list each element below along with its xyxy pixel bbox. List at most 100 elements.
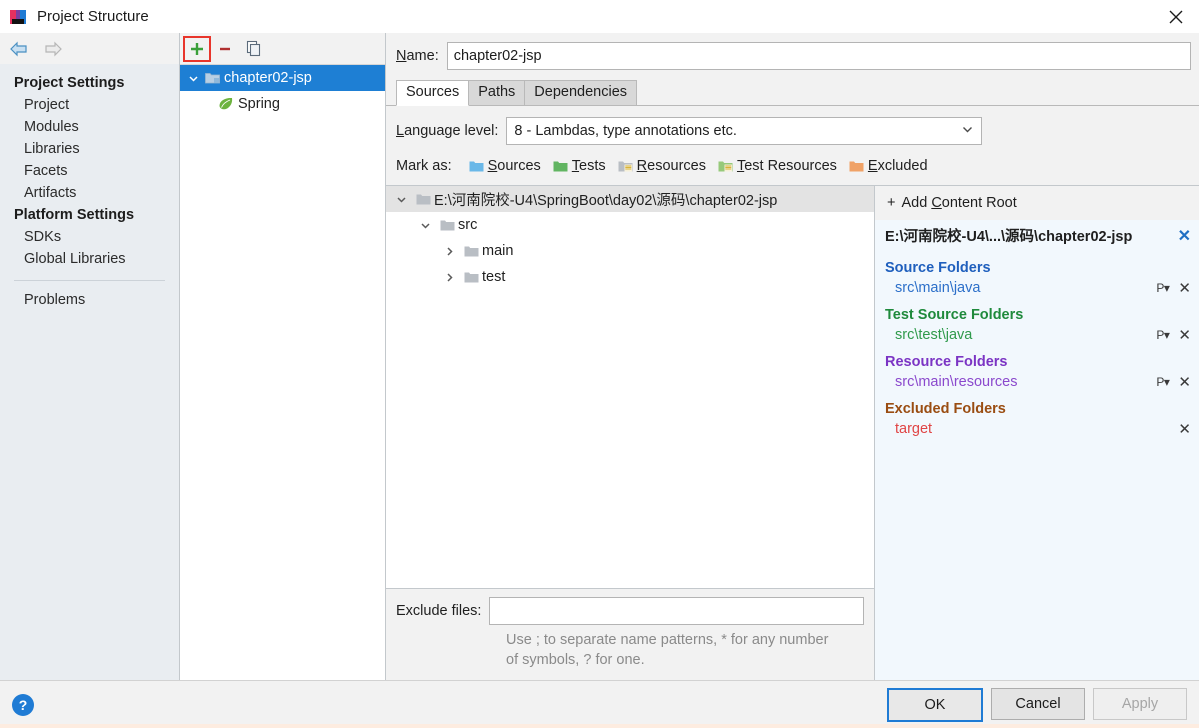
section-header-resource-folders: Resource Folders xyxy=(885,354,1008,370)
content-root-path: E:\河南院校-U4\...\源码\chapter02-jsp xyxy=(885,229,1133,245)
content-tree-row-main[interactable]: main xyxy=(386,238,874,264)
source-folder-item[interactable]: src\main\java P▾ ✕ xyxy=(875,278,1199,298)
content-tree-row-test[interactable]: test xyxy=(386,264,874,290)
content-tree-row-root[interactable]: E:\河南院校-U4\SpringBoot\day02\源码\chapter02… xyxy=(386,186,874,212)
language-level-select[interactable]: 8 - Lambdas, type annotations etc. xyxy=(506,117,983,145)
add-content-root-button[interactable]: + Add Content Root xyxy=(875,186,1199,220)
resource-folder-item[interactable]: src\main\resources P▾ ✕ xyxy=(875,372,1199,392)
tab-sources[interactable]: Sources xyxy=(396,80,470,106)
folder-test-resources-icon xyxy=(718,161,733,171)
sidebar-item-libraries[interactable]: Libraries xyxy=(0,138,179,160)
folder-excluded-icon xyxy=(849,161,864,171)
sources-tab-content: Language level: 8 - Lambdas, type annota… xyxy=(386,106,1199,680)
sidebar-item-artifacts[interactable]: Artifacts xyxy=(0,182,179,204)
folder-icon xyxy=(436,219,458,232)
arrow-right-icon xyxy=(40,38,66,60)
dialog-body: Project Settings Project Modules Librari… xyxy=(0,33,1199,680)
sidebar-item-modules[interactable]: Modules xyxy=(0,116,179,138)
sidebar-nav-bar xyxy=(0,33,179,64)
remove-module-button[interactable] xyxy=(212,37,238,61)
folder-tests-icon xyxy=(553,161,568,171)
mark-as-test-resources-button[interactable]: Test Resources xyxy=(715,157,840,175)
package-prefix-icon[interactable]: P▾ xyxy=(1156,328,1170,342)
module-tree-item-label: chapter02-jsp xyxy=(224,70,312,86)
remove-test-source-folder-icon[interactable]: ✕ xyxy=(1178,328,1191,343)
exclude-files-label: Exclude files: xyxy=(396,603,482,619)
section-header-test-source-folders: Test Source Folders xyxy=(885,307,1024,323)
section-header-excluded-folders: Excluded Folders xyxy=(885,401,1006,417)
module-tree-item-chapter02-jsp[interactable]: chapter02-jsp xyxy=(180,65,385,91)
spring-leaf-icon xyxy=(216,97,236,111)
excluded-folder-item[interactable]: target ✕ xyxy=(875,419,1199,439)
remove-excluded-folder-icon[interactable]: ✕ xyxy=(1178,422,1191,437)
language-level-label: Language level: xyxy=(396,123,499,139)
ok-button[interactable]: OK xyxy=(887,687,983,722)
remove-content-root-icon[interactable]: ✕ xyxy=(1178,226,1191,246)
exclude-files-input[interactable] xyxy=(489,597,864,625)
mark-as-row: Mark as: Sources Tests Resources Test Re… xyxy=(386,155,1199,185)
chevron-right-icon[interactable] xyxy=(438,272,460,283)
remove-source-folder-icon[interactable]: ✕ xyxy=(1178,281,1191,296)
tab-dependencies[interactable]: Dependencies xyxy=(524,80,638,105)
mark-as-label: Mark as: xyxy=(396,158,452,174)
footer-buttons: OK Cancel Apply xyxy=(887,687,1187,722)
chevron-down-icon[interactable] xyxy=(184,73,202,84)
content-tree-row-label: E:\河南院校-U4\SpringBoot\day02\源码\chapter02… xyxy=(434,192,778,209)
arrow-left-icon[interactable] xyxy=(6,38,32,60)
sidebar-item-project[interactable]: Project xyxy=(0,94,179,116)
tab-paths[interactable]: Paths xyxy=(468,80,526,105)
content-tree-row-src[interactable]: src xyxy=(386,212,874,238)
package-prefix-icon[interactable]: P▾ xyxy=(1156,281,1170,295)
name-label: Name: xyxy=(396,48,439,64)
cancel-button[interactable]: Cancel xyxy=(991,687,1085,720)
language-level-value: 8 - Lambdas, type annotations etc. xyxy=(514,123,737,139)
module-tree-item-label: Spring xyxy=(238,96,280,112)
folder-icon xyxy=(460,271,482,284)
chevron-down-icon[interactable] xyxy=(390,194,412,205)
exclude-hint-line-1: Use ; to separate name patterns, * for a… xyxy=(506,632,776,648)
mark-as-resources-button[interactable]: Resources xyxy=(615,157,709,175)
help-icon[interactable]: ? xyxy=(12,693,34,716)
content-tree-row-label: test xyxy=(482,269,506,285)
sidebar-item-global-libraries[interactable]: Global Libraries xyxy=(0,248,179,270)
sidebar-item-problems[interactable]: Problems xyxy=(0,289,179,311)
folder-resources-icon xyxy=(618,161,633,171)
module-name-value: chapter02-jsp xyxy=(453,48,542,64)
chevron-right-icon[interactable] xyxy=(438,246,460,257)
exclude-files-hint: Use ; to separate name patterns, * for a… xyxy=(506,630,836,670)
exclude-files-area: Exclude files: Use ; to separate name pa… xyxy=(386,588,874,680)
close-icon[interactable] xyxy=(1153,0,1199,33)
module-tree-item-spring[interactable]: Spring xyxy=(180,91,385,117)
sidebar-group-project-settings: Project Settings xyxy=(14,75,125,91)
section-header-source-folders: Source Folders xyxy=(885,260,991,276)
test-source-folder-item[interactable]: src\test\java P▾ ✕ xyxy=(875,325,1199,345)
mark-as-excluded-button[interactable]: Excluded xyxy=(846,157,931,175)
module-tree: chapter02-jsp Spring xyxy=(180,65,385,117)
module-list-panel: chapter02-jsp Spring xyxy=(180,33,386,680)
test-source-folder-path: src\test\java xyxy=(895,327,973,343)
sidebar-item-sdks[interactable]: SDKs xyxy=(0,226,179,248)
package-prefix-icon[interactable]: P▾ xyxy=(1156,375,1170,389)
project-structure-dialog: Project Structure Project Settings Proje… xyxy=(0,0,1199,728)
folder-sources-icon xyxy=(469,161,484,171)
sources-split: E:\河南院校-U4\SpringBoot\day02\源码\chapter02… xyxy=(386,185,1199,680)
source-folder-path: src\main\java xyxy=(895,280,981,296)
exclude-files-row: Exclude files: xyxy=(396,597,864,625)
module-name-input[interactable]: chapter02-jsp xyxy=(446,42,1191,70)
copy-module-button[interactable] xyxy=(240,37,266,61)
sidebar-item-facets[interactable]: Facets xyxy=(0,160,179,182)
sidebar-divider xyxy=(14,280,165,281)
chevron-down-icon xyxy=(961,123,974,140)
chevron-down-icon[interactable] xyxy=(414,220,436,231)
mark-as-tests-button[interactable]: Tests xyxy=(550,157,609,175)
content-tree-row-label: main xyxy=(482,243,514,259)
content-tree-row-label: src xyxy=(458,217,478,233)
title-bar: Project Structure xyxy=(0,0,1199,33)
module-icon xyxy=(202,71,222,85)
folder-icon xyxy=(412,193,434,206)
module-toolbar xyxy=(180,33,385,65)
remove-resource-folder-icon[interactable]: ✕ xyxy=(1178,375,1191,390)
add-module-button[interactable] xyxy=(183,35,211,62)
mark-as-sources-button[interactable]: Sources xyxy=(466,157,544,175)
content-root-details-panel: + Add Content Root E:\河南院校-U4\...\源码\cha… xyxy=(875,186,1199,680)
